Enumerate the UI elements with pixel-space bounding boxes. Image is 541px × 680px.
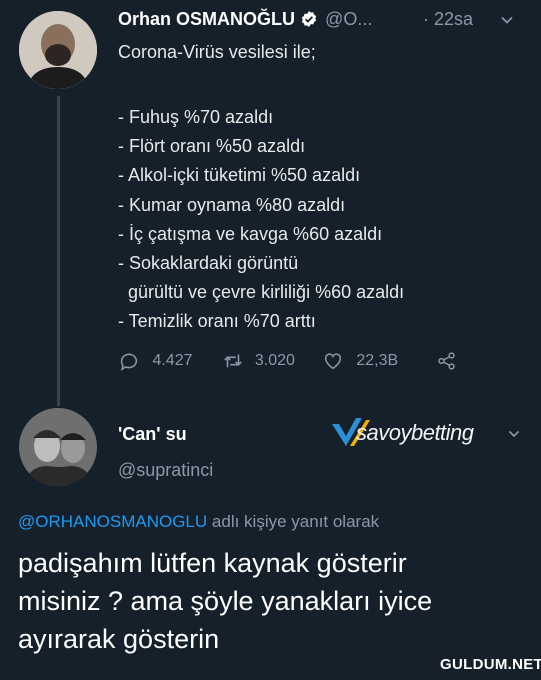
like-action[interactable]: 22,3B bbox=[322, 350, 432, 372]
tweet-line: - Temizlik oranı %70 arttı bbox=[118, 311, 316, 332]
tweet-header: Orhan OSMANOĞLU @O... bbox=[118, 9, 372, 30]
tweet-author-avatar[interactable] bbox=[19, 11, 97, 89]
reply-body: padişahım lütfen kaynak gösterir misiniz… bbox=[18, 544, 432, 658]
thread-line bbox=[57, 96, 60, 406]
avatar-photo-icon bbox=[19, 11, 97, 89]
tweet-intro: Corona-Virüs vesilesi ile; bbox=[118, 42, 316, 62]
chevron-down-icon[interactable] bbox=[500, 13, 514, 27]
reply-icon bbox=[120, 353, 138, 371]
avatar-photo-icon bbox=[19, 408, 97, 486]
reply-author-handle[interactable]: @supratinci bbox=[118, 460, 213, 481]
retweet-action[interactable]: 3.020 bbox=[222, 350, 317, 372]
like-count: 22,3B bbox=[356, 352, 399, 370]
retweet-icon bbox=[224, 354, 243, 368]
reply-context: @ORHANOSMANOGLU adlı kişiye yanıt olarak bbox=[18, 512, 379, 532]
reply-to-suffix: adlı kişiye yanıt olarak bbox=[211, 512, 380, 531]
reply-line: padişahım lütfen kaynak gösterir bbox=[18, 548, 407, 578]
verified-badge-icon bbox=[301, 10, 317, 27]
reply-count: 4.427 bbox=[152, 352, 193, 370]
tweet-body: - Fuhuş %70 azaldı - Flört oranı %50 aza… bbox=[118, 103, 404, 337]
tweet-actions: 4.427 3.020 22,3B bbox=[118, 350, 458, 372]
tweet-line: gürültü ve çevre kirliliği %60 azaldı bbox=[128, 282, 405, 303]
tweet-line: - Kumar oynama %80 azaldı bbox=[118, 194, 346, 215]
reply-line: misiniz ? ama şöyle yanakları iyice bbox=[18, 586, 433, 616]
reply-author-avatar[interactable] bbox=[19, 408, 97, 486]
reply-author-name[interactable]: 'Can' su bbox=[118, 424, 187, 445]
tweet-line: - Flört oranı %50 azaldı bbox=[118, 136, 306, 157]
author-name[interactable]: Orhan OSMANOĞLU bbox=[118, 9, 295, 29]
tweet-time[interactable]: · 22sa bbox=[423, 9, 473, 30]
watermark: GULDUM.NET bbox=[440, 656, 541, 673]
reply-action[interactable]: 4.427 bbox=[118, 350, 218, 372]
reply-line: ayırarak gösterin bbox=[18, 624, 220, 654]
tweet-line: - İç çatışma ve kavga %60 azaldı bbox=[118, 223, 383, 244]
reply-to-link[interactable]: @ORHANOSMANOGLU bbox=[18, 512, 207, 531]
retweet-count: 3.020 bbox=[254, 352, 295, 370]
tweet-line: - Alkol-içki tüketimi %50 azaldı bbox=[118, 165, 361, 186]
author-handle[interactable]: @O... bbox=[325, 9, 372, 29]
sponsor-text: savoybetting bbox=[356, 420, 474, 445]
tweet-line: - Sokaklardaki görüntü bbox=[118, 253, 299, 274]
share-icon[interactable] bbox=[436, 350, 458, 372]
heart-icon bbox=[324, 353, 342, 370]
sponsor-logo: savoybetting bbox=[330, 416, 508, 455]
tweet-line: - Fuhuş %70 azaldı bbox=[118, 107, 274, 127]
chevron-down-icon[interactable] bbox=[508, 428, 520, 440]
